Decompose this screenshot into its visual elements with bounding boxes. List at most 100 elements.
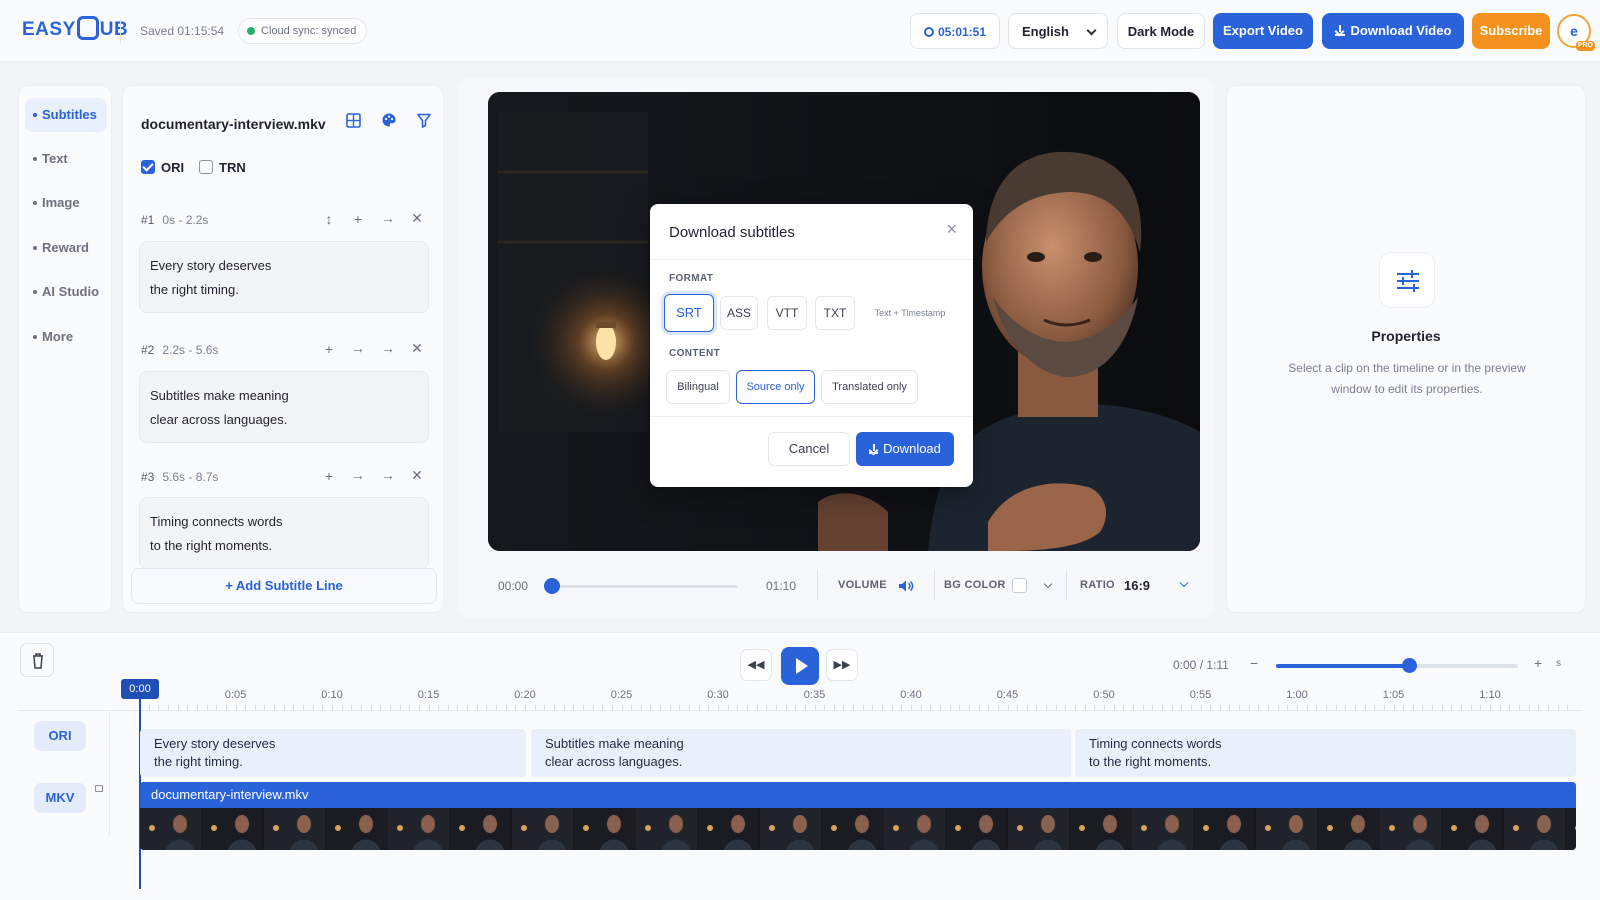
language-select[interactable]: English	[1008, 13, 1108, 49]
zoom-handle[interactable]	[1402, 658, 1418, 673]
ruler-minor-tick	[1412, 705, 1414, 710]
ruler-minor-tick	[235, 705, 237, 710]
ruler-minor-tick	[1461, 705, 1463, 710]
subscribe-button[interactable]: Subscribe	[1472, 13, 1550, 49]
content-option-translated-only[interactable]: Translated only	[821, 370, 918, 404]
arrow-right-icon[interactable]: →	[350, 340, 366, 356]
sidebar-item-ai-studio[interactable]: AI Studio	[25, 275, 107, 309]
format-option-txt[interactable]: TXT	[815, 296, 855, 330]
trash-icon[interactable]	[20, 643, 54, 677]
playhead-marker[interactable]: 0:00	[121, 679, 159, 699]
saved-status: Saved 01:15:54	[140, 24, 225, 38]
subtitle-clip[interactable]: Every story deserves the right timing.	[140, 729, 526, 777]
sidebar-item-label: Reward	[42, 240, 89, 255]
track-tag-mkv[interactable]: MKV	[34, 783, 86, 813]
content-option-source-only[interactable]: Source only	[736, 370, 815, 404]
sidebar-item-image[interactable]: Image	[25, 186, 107, 220]
subtitle-clip[interactable]: Subtitles make meaning clear across lang…	[531, 729, 1071, 777]
sidebar-item-reward[interactable]: Reward	[25, 231, 107, 265]
add-subtitle-line-button[interactable]: + Add Subtitle Line	[131, 568, 437, 604]
session-timer[interactable]: 05:01:51	[910, 13, 1000, 49]
arrow-right-icon[interactable]: →	[380, 467, 396, 483]
download-icon	[1334, 25, 1345, 36]
ratio-value[interactable]: 16:9	[1124, 578, 1150, 593]
subtitle-clip[interactable]: Timing connects words to the right momen…	[1075, 729, 1576, 777]
download-button[interactable]: Download	[856, 432, 954, 466]
arrow-right-icon[interactable]: →	[380, 210, 396, 226]
ruler-minor-tick	[746, 705, 748, 710]
close-icon[interactable]: ✕	[409, 340, 425, 357]
video-clip[interactable]: documentary-interview.mkv	[140, 782, 1576, 850]
arrow-right-icon[interactable]: →	[380, 340, 396, 356]
chevron-down-icon[interactable]	[1043, 579, 1053, 589]
ruler-minor-tick	[409, 705, 411, 710]
ruler-tick-label: 1:10	[1479, 689, 1501, 701]
volume-icon[interactable]	[898, 579, 914, 596]
ruler-minor-tick	[1036, 705, 1038, 710]
app-logo[interactable]: EASY UB	[22, 16, 128, 42]
format-option-text-timestamp[interactable]: Text + Timestamp	[862, 296, 958, 330]
zoom-slider[interactable]	[1276, 664, 1518, 668]
sync-status-text: Cloud sync: synced	[261, 25, 357, 37]
lock-icon[interactable]	[95, 785, 103, 792]
ruler-minor-tick	[158, 705, 160, 710]
ruler-minor-tick	[1113, 705, 1115, 710]
close-icon[interactable]: ×	[946, 219, 957, 240]
zoom-in-icon[interactable]: +	[1534, 655, 1542, 671]
video-thumbnail	[1504, 808, 1565, 850]
sidebar-item-text[interactable]: Text	[25, 142, 107, 176]
format-option-ass[interactable]: ASS	[720, 296, 758, 330]
format-option-srt[interactable]: SRT	[664, 294, 714, 332]
filter-icon[interactable]	[410, 110, 438, 138]
video-thumbnails	[140, 808, 1576, 850]
download-video-button[interactable]: Download Video	[1322, 13, 1464, 49]
ruler-minor-tick	[1007, 705, 1009, 710]
add-icon[interactable]: +	[350, 211, 366, 227]
trn-label: TRN	[219, 160, 246, 175]
arrow-right-icon[interactable]: →	[350, 467, 366, 483]
format-option-vtt[interactable]: VTT	[767, 296, 807, 330]
ruler-minor-tick	[1017, 705, 1019, 710]
video-thumbnail	[1132, 808, 1193, 850]
clip-line: Timing connects words	[1089, 736, 1222, 751]
track-tag-ori[interactable]: ORI	[34, 721, 86, 751]
content-option-bilingual[interactable]: Bilingual	[666, 370, 730, 404]
subtitle-line: clear across languages.	[150, 412, 288, 427]
subtitle-text-box[interactable]: Subtitles make meaning clear across lang…	[139, 371, 429, 443]
subtitle-entry-header: #1 0s - 2.2s	[141, 213, 208, 227]
subtitle-text-box[interactable]: Every story deserves the right timing.	[139, 241, 429, 313]
ori-checkbox[interactable]: ORI	[141, 160, 184, 175]
chevron-down-icon[interactable]	[1179, 578, 1189, 588]
seek-bar[interactable]	[552, 585, 738, 588]
bg-color-swatch[interactable]	[1012, 578, 1027, 593]
avatar[interactable]: e PRO	[1557, 14, 1595, 51]
zoom-out-icon[interactable]: −	[1250, 655, 1258, 671]
add-icon[interactable]: +	[321, 468, 337, 484]
palette-icon[interactable]	[375, 110, 403, 138]
ruler-minor-tick	[949, 705, 951, 710]
sidebar-item-subtitles[interactable]: Subtitles	[25, 98, 107, 132]
close-icon[interactable]: ✕	[409, 467, 425, 484]
fast-forward-icon[interactable]: ▶▶	[826, 649, 858, 681]
export-video-button[interactable]: Export Video	[1213, 13, 1313, 49]
divider	[650, 259, 973, 260]
close-icon[interactable]: ✕	[409, 210, 425, 227]
track-header-mkv: MKV	[18, 763, 110, 835]
add-icon[interactable]: +	[321, 341, 337, 357]
trn-checkbox[interactable]: TRN	[199, 160, 246, 175]
subtitle-text-box[interactable]: Timing connects words to the right momen…	[139, 497, 429, 569]
resize-icon[interactable]: ↕	[321, 211, 337, 227]
rewind-icon[interactable]: ◀◀	[740, 649, 772, 681]
cancel-button[interactable]: Cancel	[768, 432, 850, 466]
play-button[interactable]	[781, 647, 819, 685]
sidebar-item-label: Image	[42, 195, 80, 210]
grid-icon[interactable]	[339, 110, 367, 138]
ruler-minor-tick	[901, 705, 903, 710]
dark-mode-button[interactable]: Dark Mode	[1117, 13, 1205, 49]
dialog-title: Download subtitles	[669, 224, 795, 241]
ruler-minor-tick	[660, 705, 662, 710]
ruler-tick-label: 0:50	[1093, 689, 1115, 701]
sidebar-item-more[interactable]: More	[25, 320, 107, 354]
seek-handle[interactable]	[544, 578, 560, 594]
divider	[1066, 570, 1067, 600]
